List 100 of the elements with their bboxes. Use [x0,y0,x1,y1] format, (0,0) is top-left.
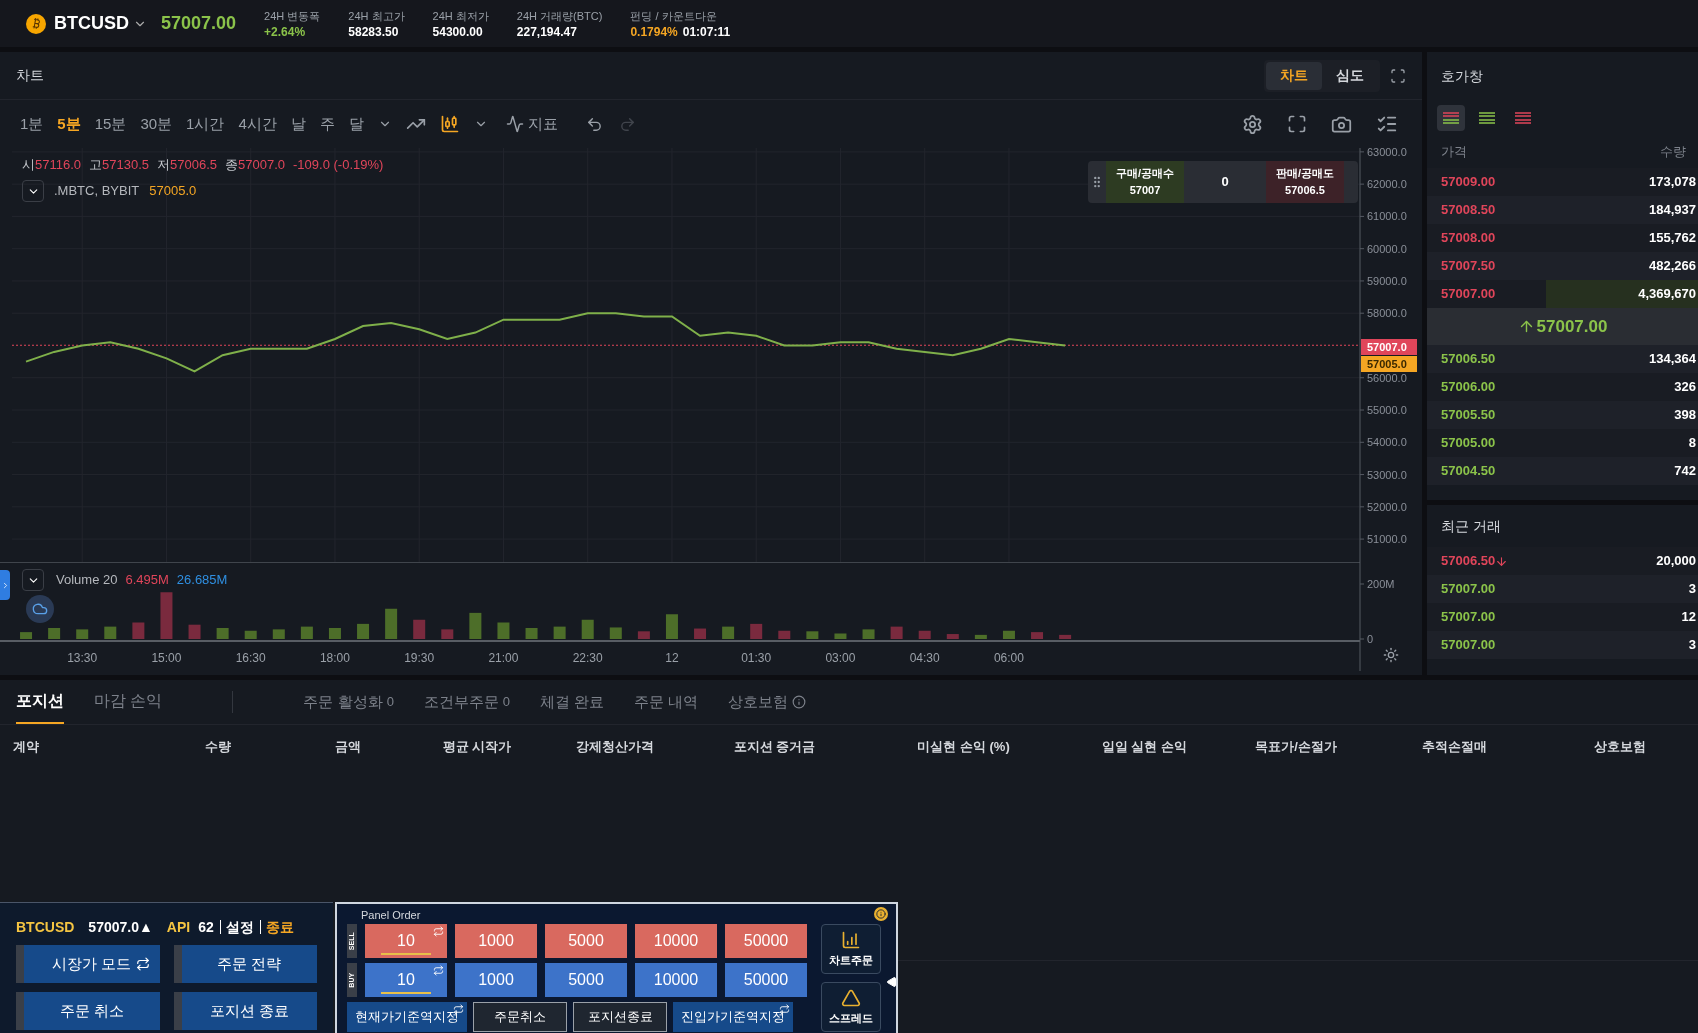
underline [381,953,431,955]
macro-button[interactable]: 주문 전략 [173,945,317,983]
arrow-down-icon [1495,554,1509,568]
indicator-button[interactable]: 지표 [505,112,558,136]
expand-icon[interactable] [1287,114,1307,134]
order-price: 57005.50 [1441,406,1496,425]
api-label: API [166,917,191,937]
positions-tab[interactable]: 포지션 [16,680,64,724]
action-button[interactable]: 주문취소 [473,1002,567,1032]
fullscreen-icon[interactable] [1390,67,1406,84]
column-header: 목표가/손절가 [1255,737,1337,756]
macro-button[interactable]: 시장가 모드 [16,945,160,983]
order-size-button[interactable]: 10000 [635,924,717,958]
action-button[interactable]: 현재가기준역지정 [347,1002,467,1032]
axis-label: 62000.0 [1367,178,1407,191]
time-label: 01:30 [741,651,772,665]
volume-bar [132,622,145,639]
order-size-button[interactable]: 1000 [455,963,537,997]
order-tab[interactable]: 주문 활성화 0 [303,690,394,714]
order-size-button[interactable]: 5000 [545,963,627,997]
lines-icon [1514,111,1532,125]
panel-link[interactable]: 종료 [259,920,294,934]
order-price: 57004.50 [1441,462,1496,481]
column-header: 가격 [1441,143,1467,162]
volume-bar [1059,634,1072,639]
volume-value: 6.495M [125,571,169,590]
action-button[interactable]: 포지션종료 [573,1002,667,1032]
bar-chart-icon [841,929,861,950]
order-tab[interactable]: 상호보험 [728,690,807,714]
volume-bar [300,626,313,639]
volume-bar [665,614,678,639]
order-book-mode-button[interactable] [1437,105,1465,131]
volume-bar [890,626,903,639]
interval-tab[interactable]: 달 [348,112,364,136]
volume-bar [1031,632,1044,639]
interval-tab[interactable]: 주 [319,112,335,136]
view-tab[interactable]: 심도 [1322,61,1378,90]
column-header: 미실현 손익 (%) [917,737,1010,756]
order-size-button[interactable]: 5000 [545,924,627,958]
axis-label: 59000.0 [1367,274,1407,287]
interval-tab[interactable]: 5분 [57,112,81,136]
symbol-selector[interactable]: BTCUSD [54,10,147,37]
interval-tab[interactable]: 15분 [94,112,127,136]
order-tab[interactable]: 체결 완료 [540,690,605,714]
settings-icon[interactable] [1383,647,1399,663]
candlestick-icon[interactable] [439,114,460,134]
interval-tab[interactable]: 30분 [140,112,173,136]
order-size-button[interactable]: 50000 [725,924,807,958]
volume-bar [48,628,61,639]
column-header: 일일 실현 손익 [1101,737,1188,756]
help-icon[interactable] [874,907,888,921]
time-label: 18:00 [319,651,350,665]
order-tab[interactable]: 조건부주문 0 [423,690,511,714]
collapse-button[interactable] [22,180,44,202]
interval-tab[interactable]: 4시간 [238,112,277,136]
collapse-arrow-icon[interactable] [886,976,898,988]
positions-tab[interactable]: 마감 손익 [94,680,163,724]
undo-icon[interactable] [585,115,603,133]
action-button[interactable]: 진입가기준역지정 [673,1002,793,1032]
side-toggle[interactable] [0,570,10,600]
order-size-button[interactable]: 1000 [455,924,537,958]
volume-bar [974,634,987,639]
order-size-button[interactable]: 50000 [725,963,807,997]
settings-icon[interactable] [1242,113,1263,135]
order-size-button[interactable]: 10 [365,963,447,997]
order-size-button[interactable]: 10 [365,924,447,958]
macro-button[interactable]: 포지션 종료 [173,992,317,1030]
axis-label: 53000.0 [1367,468,1407,481]
buy-button[interactable]: 구매/공매수 57007 [1106,161,1184,203]
volume-bar [160,592,173,639]
order-quantity: 173,078 [1649,173,1696,192]
volume-bar [76,629,89,639]
interval-tab[interactable]: 날 [290,112,306,136]
macro-button[interactable]: 주문 취소 [16,992,160,1030]
cloud-icon[interactable] [26,595,54,623]
volume-bar [497,622,510,639]
bitcoin-icon [26,13,46,34]
lines-icon [1442,111,1460,125]
collapse-button[interactable] [22,569,44,591]
axis-label: 56000.0 [1367,371,1407,384]
view-tab[interactable]: 차트 [1266,61,1322,90]
column-header: 강제청산가격 [575,737,654,756]
order-tab[interactable]: 주문 내역 [634,690,699,714]
order-price: 57006.00 [1441,378,1496,397]
volume-bar [918,630,931,639]
trade-price: 57007.00 [1441,608,1496,627]
stat-label: 24H 거래량(BTC) [516,8,603,24]
column-header: 평균 시작가 [442,737,512,756]
sell-button[interactable]: 판매/공매도 57006.5 [1266,161,1344,203]
compare-symbol: .MBTC, BYBIT [54,182,140,201]
interval-tab[interactable]: 1분 [20,112,44,136]
volume-bar [385,608,398,639]
interval-tab[interactable]: 1시간 [186,112,225,136]
panel-link[interactable]: 설정 [219,920,254,934]
order-quantity: 398 [1674,406,1696,425]
side-tool-button[interactable]: 스프레드 [821,982,881,1032]
order-size-button[interactable]: 10000 [635,963,717,997]
axis-label: 54000.0 [1367,436,1407,449]
quantity-value: 0 [1220,173,1230,192]
side-tool-button[interactable]: 차트주문 [821,924,881,974]
